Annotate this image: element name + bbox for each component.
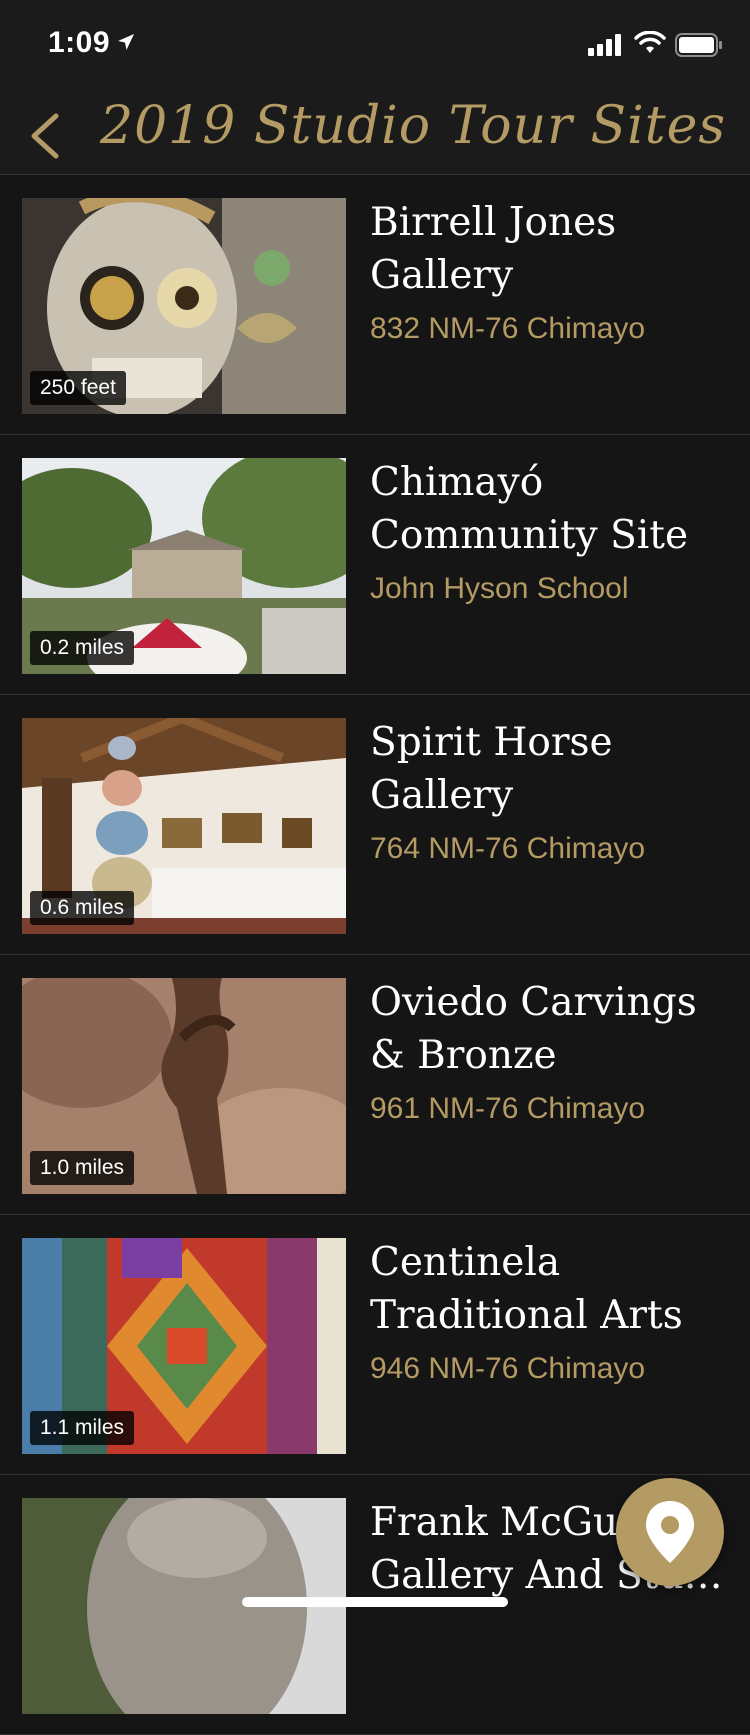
gallery-interior-image: 0.6 miles bbox=[22, 718, 346, 934]
distance-badge: 1.0 miles bbox=[30, 1151, 135, 1185]
site-name: Birrell Jones Gallery bbox=[370, 200, 617, 298]
site-address: 832 NM-76 Chimayo bbox=[370, 312, 646, 345]
school-building-image: 0.2 miles bbox=[22, 458, 346, 674]
skull-mural-image: 250 feet bbox=[22, 198, 346, 414]
site-address: 961 NM-76 Chimayo bbox=[370, 1092, 646, 1125]
battery-icon bbox=[675, 33, 722, 57]
site-name: Centinela Traditional Arts bbox=[370, 1240, 683, 1338]
map-button[interactable] bbox=[616, 1478, 724, 1586]
site-row[interactable]: 1.1 miles Centinela Traditional Arts 946… bbox=[0, 1215, 750, 1475]
distance-badge: 250 feet bbox=[30, 371, 126, 405]
distance-badge: 0.2 miles bbox=[30, 631, 135, 665]
site-address: 946 NM-76 Chimayo bbox=[370, 1352, 646, 1385]
status-bar: 1:09 bbox=[0, 0, 750, 90]
location-arrow-icon bbox=[118, 34, 134, 50]
site-address: 764 NM-76 Chimayo bbox=[370, 832, 646, 865]
site-address: John Hyson School bbox=[370, 572, 629, 605]
site-row[interactable]: 0.2 miles Chimayó Community Site John Hy… bbox=[0, 435, 750, 695]
site-name: Spirit Horse Gallery bbox=[370, 720, 613, 818]
chevron-left-icon[interactable] bbox=[24, 112, 64, 160]
site-name: Oviedo Carvings & Bronze bbox=[370, 980, 697, 1078]
site-row[interactable]: 250 feet Birrell Jones Gallery 832 NM-76… bbox=[0, 175, 750, 435]
woven-textile-image: 1.1 miles bbox=[22, 1238, 346, 1454]
site-name: Chimayó Community Site bbox=[370, 460, 689, 558]
page-title: 2019 Studio Tour Sites bbox=[100, 96, 727, 156]
cellular-signal-icon bbox=[588, 34, 621, 56]
distance-badge: 1.1 miles bbox=[30, 1411, 135, 1445]
bronze-sculpture-image: 1.0 miles bbox=[22, 978, 346, 1194]
map-pin-icon bbox=[646, 1501, 694, 1563]
wifi-icon bbox=[634, 31, 666, 53]
site-row[interactable]: 0.6 miles Spirit Horse Gallery 764 NM-76… bbox=[0, 695, 750, 955]
status-time: 1:09 bbox=[48, 26, 111, 59]
home-indicator[interactable] bbox=[242, 1597, 508, 1607]
site-row[interactable]: 1.0 miles Oviedo Carvings & Bronze 961 N… bbox=[0, 955, 750, 1215]
distance-badge: 0.6 miles bbox=[30, 891, 135, 925]
